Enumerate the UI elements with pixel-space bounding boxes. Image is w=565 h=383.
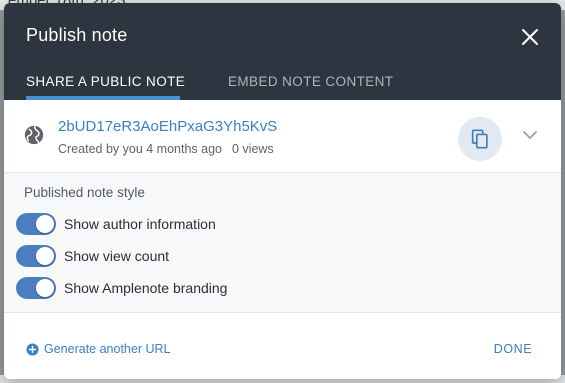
public-url-row: 2bUD17eR3AoEhPxaG3Yh5KvS Created by you …: [4, 100, 561, 173]
created-by-text: Created by you 4 months ago: [58, 142, 222, 156]
public-url-link[interactable]: 2bUD17eR3AoEhPxaG3Yh5KvS: [58, 118, 277, 135]
toggle-show-branding[interactable]: Show Amplenote branding: [16, 275, 316, 301]
toggle-show-author[interactable]: Show author information: [16, 211, 316, 237]
settings-section-label: Published note style: [24, 185, 145, 200]
tab-embed-note-content[interactable]: EMBED NOTE CONTENT: [228, 74, 393, 89]
dialog-title: Publish note: [26, 25, 128, 45]
close-button[interactable]: [518, 25, 542, 49]
generate-another-url-label: Generate another URL: [44, 342, 171, 356]
toggle-label: Show author information: [64, 216, 216, 232]
toggle-label: Show Amplenote branding: [64, 280, 228, 296]
toggle-switch[interactable]: [16, 245, 56, 267]
url-meta: Created by you 4 months ago 0 views: [58, 142, 274, 156]
toggle-show-view-count[interactable]: Show view count: [16, 243, 316, 269]
background-overlay-right: [561, 10, 565, 375]
copy-icon: [471, 129, 488, 149]
toggle-label: Show view count: [64, 248, 170, 264]
publish-note-dialog: Publish note SHARE A PUBLIC NOTE EMBED N…: [4, 3, 561, 379]
toggle-knob: [36, 247, 54, 265]
copy-url-button[interactable]: [458, 117, 502, 161]
tab-share-public-note[interactable]: SHARE A PUBLIC NOTE: [26, 74, 185, 89]
expand-url-options-button[interactable]: [520, 128, 540, 142]
view-count-text: 0 views: [232, 142, 274, 156]
toggle-switch[interactable]: [16, 213, 56, 235]
plus-circle-icon: [26, 343, 39, 356]
toggle-knob: [36, 279, 54, 297]
toggle-knob: [36, 215, 54, 233]
globe-icon: [24, 125, 44, 145]
toggle-switch[interactable]: [16, 277, 56, 299]
close-icon: [522, 29, 538, 45]
note-style-settings: Published note style Show author informa…: [4, 173, 561, 313]
done-button[interactable]: DONE: [488, 338, 538, 360]
dialog-footer: Generate another URL DONE: [4, 314, 561, 379]
chevron-down-icon: [523, 131, 537, 139]
dialog-header: Publish note SHARE A PUBLIC NOTE EMBED N…: [4, 3, 561, 100]
